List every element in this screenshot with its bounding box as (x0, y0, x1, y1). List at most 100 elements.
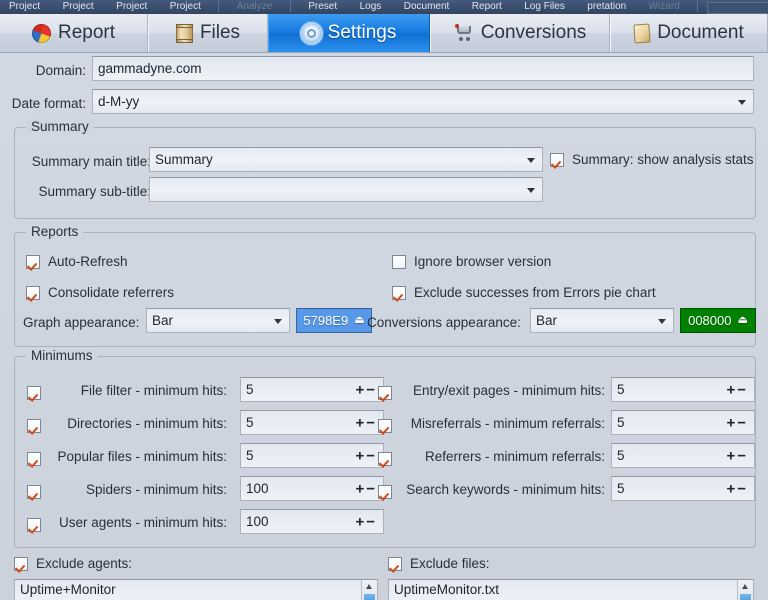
menu-item-report[interactable]: Report (463, 0, 511, 14)
date-format-label: Date format: (11, 96, 86, 111)
menu-item-project-2[interactable]: Project (54, 0, 103, 14)
exclude-agents-row[interactable]: Exclude agents: (14, 556, 132, 571)
exclude-successes-label: Exclude successes from Errors pie chart (414, 285, 656, 300)
file-filter-checkbox[interactable] (27, 386, 41, 400)
entry-exit-pages-plus-minus[interactable]: +− (726, 381, 748, 398)
popular-files-plus-minus[interactable]: +− (355, 447, 377, 464)
referrers-plus-minus[interactable]: +− (726, 447, 748, 464)
search-keywords-plus-minus[interactable]: +− (726, 480, 748, 497)
misreferrals-checkbox[interactable] (378, 419, 392, 433)
menu-item-analyze[interactable]: Analyze (228, 0, 282, 14)
tab-conversions-label: Conversions (480, 22, 587, 43)
entry-exit-pages-checkbox[interactable] (378, 386, 392, 400)
spiders-plus-minus[interactable]: +− (355, 480, 377, 497)
graph-appearance-combo[interactable]: Bar (146, 308, 290, 333)
exclude-files-textarea[interactable]: UptimeMonitor.txt (388, 579, 754, 600)
summary-show-stats-row[interactable]: Summary: show analysis stats (550, 152, 754, 167)
tab-files[interactable]: Files (148, 14, 268, 52)
referrers-checkbox[interactable] (378, 452, 392, 466)
user-agents-plus-minus[interactable]: +− (355, 513, 377, 530)
settings-form: Domain: gammadyne.com Date format: d-M-y… (0, 52, 768, 600)
referrers-label: Referrers - minimum referrals: (424, 449, 605, 464)
menu-item-pretation[interactable]: pretation (578, 0, 635, 14)
menu-item-wizard[interactable]: Wizard (640, 0, 689, 14)
ignore-browser-version-checkbox[interactable] (392, 254, 406, 269)
user-agents-value: 100 (246, 514, 269, 529)
conversions-appearance-combo[interactable]: Bar (530, 308, 674, 333)
misreferrals-label: Misreferrals - minimum referrals: (410, 416, 605, 431)
menu-separator-1 (218, 1, 220, 12)
directories-plus-minus[interactable]: +− (355, 414, 377, 431)
entry-exit-pages-spinner[interactable]: 5 +− (611, 377, 755, 402)
menu-item-project-3[interactable]: Project (107, 0, 156, 14)
search-keywords-checkbox[interactable] (378, 485, 392, 499)
auto-refresh-row[interactable]: Auto-Refresh (26, 254, 128, 269)
auto-refresh-checkbox[interactable] (26, 254, 40, 269)
menu-item-logs[interactable]: Logs (351, 0, 391, 14)
exclude-files-value: UptimeMonitor.txt (394, 582, 500, 597)
user-agents-checkbox[interactable] (27, 518, 41, 532)
directories-checkbox[interactable] (27, 419, 41, 433)
user-agents-spinner[interactable]: 100 +− (240, 509, 384, 534)
exclude-successes-checkbox[interactable] (392, 285, 406, 300)
exclude-agents-textarea[interactable]: Uptime+Monitor (14, 579, 378, 600)
tab-files-label: Files (199, 22, 241, 43)
referrers-spinner[interactable]: 5 +− (611, 443, 755, 468)
scrollbar-thumb[interactable] (364, 594, 375, 600)
conversions-color-button[interactable]: 008000 ⏏ (680, 308, 756, 333)
popular-files-spinner[interactable]: 5 +− (240, 443, 384, 468)
tab-conversions[interactable]: Conversions (430, 14, 610, 52)
graph-color-button[interactable]: 5798E9 ⏏ (296, 308, 372, 333)
directories-value: 5 (246, 415, 254, 430)
date-format-combo[interactable]: d-M-yy (92, 89, 754, 114)
menu-search-input[interactable] (706, 2, 768, 14)
entry-exit-pages-label: Entry/exit pages - minimum hits: (412, 383, 605, 398)
search-keywords-spinner[interactable]: 5 +− (611, 476, 755, 501)
chevron-up-icon[interactable] (742, 584, 748, 589)
exclude-files-scrollbar[interactable] (737, 580, 753, 600)
domain-input[interactable]: gammadyne.com (92, 56, 754, 81)
summary-main-title-combo[interactable]: Summary (149, 147, 543, 172)
summary-sub-title-combo[interactable] (149, 177, 543, 202)
menu-item-log-files[interactable]: Log Files (515, 0, 574, 14)
tab-report[interactable]: Report (0, 14, 148, 52)
misreferrals-spinner[interactable]: 5 +− (611, 410, 755, 435)
popular-files-label: Popular files - minimum hits: (57, 449, 227, 464)
search-keywords-value: 5 (617, 481, 625, 496)
exclude-agents-value: Uptime+Monitor (20, 582, 116, 597)
exclude-files-row[interactable]: Exclude files: (388, 556, 490, 571)
file-filter-spinner[interactable]: 5 +− (240, 377, 384, 402)
ignore-browser-version-row[interactable]: Ignore browser version (392, 254, 551, 269)
referrers-value: 5 (617, 448, 625, 463)
spiders-checkbox[interactable] (27, 485, 41, 499)
chevron-down-icon (527, 157, 535, 163)
menu-item-project-1[interactable]: Project (0, 0, 49, 14)
search-keywords-label: Search keywords - minimum hits: (406, 482, 605, 497)
chevron-down-icon (738, 99, 746, 105)
directories-spinner[interactable]: 5 +− (240, 410, 384, 435)
graph-appearance-label: Graph appearance: (23, 315, 140, 330)
exclude-agents-scrollbar[interactable] (361, 580, 377, 600)
file-filter-plus-minus[interactable]: +− (355, 381, 377, 398)
consolidate-referrers-checkbox[interactable] (26, 285, 40, 300)
menu-item-document[interactable]: Document (395, 0, 459, 14)
spiders-spinner[interactable]: 100 +− (240, 476, 384, 501)
consolidate-referrers-row[interactable]: Consolidate referrers (26, 285, 174, 300)
reports-group-title: Reports (26, 224, 84, 239)
menu-bar[interactable]: Project Project Project Project Analyze … (0, 0, 768, 14)
popular-files-checkbox[interactable] (27, 452, 41, 466)
summary-show-stats-checkbox[interactable] (550, 152, 564, 167)
scrollbar-thumb[interactable] (740, 594, 751, 600)
menu-item-project-4[interactable]: Project (161, 0, 210, 14)
exclude-agents-checkbox[interactable] (14, 556, 28, 571)
misreferrals-plus-minus[interactable]: +− (726, 414, 748, 431)
exclude-successes-row[interactable]: Exclude successes from Errors pie chart (392, 285, 656, 300)
exclude-files-checkbox[interactable] (388, 556, 402, 571)
tab-report-label: Report (57, 22, 116, 43)
tab-settings[interactable]: Settings (268, 14, 430, 52)
chevron-up-icon[interactable] (366, 584, 372, 589)
tab-document[interactable]: Document (610, 14, 768, 52)
graph-color-value: 5798E9 (303, 313, 349, 328)
menu-item-preset[interactable]: Preset (299, 0, 346, 14)
summary-sub-title-label: Summary sub-title: (38, 184, 151, 199)
